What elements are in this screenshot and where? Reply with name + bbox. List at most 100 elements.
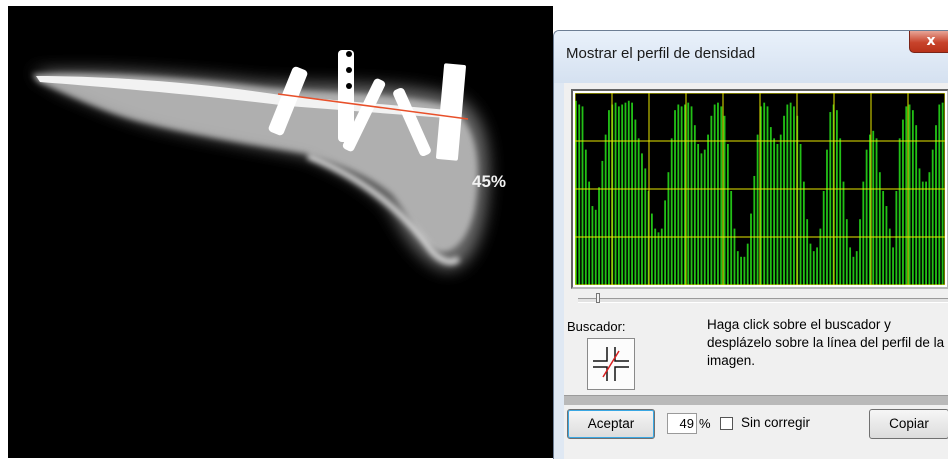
profile-bar	[925, 181, 927, 285]
bone-shape	[32, 70, 489, 270]
profile-bar	[604, 134, 607, 285]
profile-bar	[631, 102, 633, 285]
profile-slider-track[interactable]	[578, 298, 948, 303]
dialog-title: Mostrar el perfil de densidad	[566, 45, 756, 62]
profile-bar	[703, 149, 706, 285]
profile-bar	[730, 191, 733, 285]
profile-bar	[766, 106, 769, 285]
close-button[interactable]: x	[909, 31, 948, 53]
profile-bar	[862, 181, 865, 285]
dialog-titlebar[interactable]: Mostrar el perfil de densidad x	[554, 31, 948, 83]
accept-button[interactable]: Aceptar	[567, 409, 655, 439]
close-icon: x	[926, 33, 936, 49]
profile-bar	[938, 104, 941, 285]
profile-bar	[789, 102, 792, 285]
profile-bar	[855, 251, 858, 285]
status-separator	[564, 395, 948, 405]
profile-bar	[750, 213, 752, 285]
profile-bar	[713, 104, 716, 285]
profile-bar	[872, 130, 875, 285]
profile-bar	[802, 181, 805, 285]
profile-bar	[885, 206, 888, 285]
profile-bar	[608, 110, 610, 285]
density-profile-dialog: Mostrar el perfil de densidad x Buscador…	[553, 30, 948, 459]
profile-bar	[594, 209, 597, 285]
profile-bar	[908, 104, 911, 285]
profile-bar	[720, 106, 723, 285]
profile-bar	[634, 119, 637, 285]
profile-bar	[763, 102, 766, 285]
profile-slider-thumb[interactable]	[596, 293, 600, 303]
uncorrected-checkbox[interactable]	[720, 417, 733, 430]
density-graph	[575, 93, 945, 285]
xray-image-viewer[interactable]: 45%	[8, 6, 553, 458]
profile-bar	[687, 102, 690, 285]
profile-bar	[707, 134, 709, 285]
profile-bar	[931, 149, 934, 285]
profile-bar	[812, 251, 815, 285]
profile-bar	[816, 247, 818, 285]
profile-bar	[743, 256, 746, 285]
profile-bar	[915, 125, 918, 285]
profile-bar	[627, 100, 630, 285]
profile-bar	[769, 127, 772, 285]
profile-bar	[693, 125, 696, 285]
finder-crosshair-tool[interactable]	[587, 338, 635, 390]
profile-bar	[664, 200, 667, 285]
profile-bar	[806, 219, 809, 285]
profile-bar	[773, 138, 776, 285]
profile-bar	[740, 256, 742, 285]
profile-bar	[845, 219, 848, 285]
profile-bar	[717, 102, 719, 285]
profile-bar	[849, 247, 852, 285]
profile-bar	[809, 243, 812, 285]
profile-bar	[621, 104, 624, 285]
profile-bar	[581, 106, 584, 285]
finder-help-text: Haga click sobre el buscador y desplázel…	[707, 317, 945, 368]
profile-bar	[690, 106, 693, 285]
profile-bar	[822, 191, 825, 285]
profile-bar	[697, 144, 700, 285]
profile-bar	[624, 102, 627, 285]
profile-bar	[882, 191, 885, 285]
profile-bar	[601, 160, 604, 285]
profile-bar	[657, 232, 660, 285]
profile-bar	[859, 219, 861, 285]
profile-bar	[793, 106, 795, 285]
copy-button[interactable]: Copiar	[869, 409, 948, 439]
percent-sign: %	[699, 416, 711, 431]
profile-bar	[776, 144, 779, 285]
profile-bar	[578, 104, 581, 285]
profile-bar	[935, 125, 937, 285]
crosshair-icon	[593, 347, 629, 381]
profile-bar	[588, 181, 591, 285]
percent-input[interactable]: 49	[667, 413, 697, 434]
profile-bar	[614, 102, 617, 285]
profile-bar	[829, 112, 832, 285]
profile-bar	[736, 251, 739, 285]
profile-bar	[641, 153, 643, 285]
profile-bar	[865, 149, 868, 285]
profile-bar	[584, 149, 587, 285]
profile-bar	[895, 191, 898, 285]
uncorrected-label: Sin corregir	[741, 415, 811, 430]
profile-bar	[680, 106, 683, 285]
profile-bar	[826, 149, 828, 285]
profile-bar	[902, 119, 904, 285]
profile-bar	[644, 168, 647, 285]
profile-bar	[779, 134, 782, 285]
profile-bar	[875, 138, 878, 285]
profile-bar	[637, 138, 640, 285]
profile-bar	[786, 104, 789, 285]
xray-percent-label: 45%	[472, 172, 507, 191]
dialog-client-area: Buscador: Haga click sobre el buscador y…	[564, 83, 948, 459]
profile-bar	[674, 110, 676, 285]
profile-bar	[921, 181, 924, 285]
xray-image	[32, 50, 489, 270]
profile-bar	[746, 243, 749, 285]
profile-bar	[911, 110, 914, 285]
profile-bar	[839, 138, 842, 285]
profile-bar	[700, 153, 703, 285]
profile-bar	[670, 138, 673, 285]
profile-bar	[892, 247, 894, 285]
